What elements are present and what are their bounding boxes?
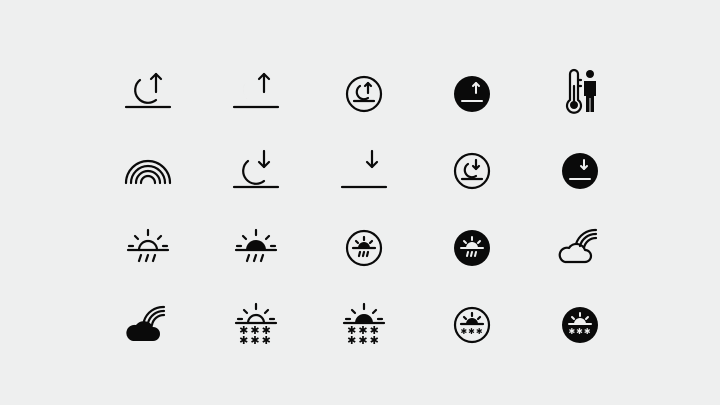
moonrise-fill-icon <box>226 64 286 124</box>
rainbow-icon <box>118 141 178 201</box>
sun-snow-icon: ✱✱✱ ✱✱✱ <box>226 295 286 355</box>
moonset-circle-fill-icon <box>550 141 610 201</box>
sun-horizon-rain-icon <box>118 218 178 278</box>
sun-snow-circle-fill-icon: ✱✱✱ <box>550 295 610 355</box>
moonrise-circle-icon <box>334 64 394 124</box>
moonset-fill-icon <box>334 141 394 201</box>
sun-horizon-rain-circle-icon <box>334 218 394 278</box>
svg-text:✱✱✱: ✱✱✱ <box>568 327 591 336</box>
cloud-rainbow-fill-icon <box>118 295 178 355</box>
svg-text:✱✱✱: ✱✱✱ <box>347 334 381 347</box>
thermometer-person-icon <box>550 64 610 124</box>
svg-text:✱✱✱: ✱✱✱ <box>460 327 483 336</box>
moonrise-icon <box>118 64 178 124</box>
svg-text:✱✱✱: ✱✱✱ <box>239 334 273 347</box>
sun-horizon-rain-circle-fill-icon <box>442 218 502 278</box>
cloud-rainbow-icon <box>550 218 610 278</box>
moonset-icon <box>226 141 286 201</box>
icon-grid: ✱✱✱ ✱✱✱ ✱✱✱ ✱✱✱ ✱✱✱ ✱✱✱ <box>94 55 634 355</box>
sun-horizon-rain-fill-icon <box>226 218 286 278</box>
moonset-circle-icon <box>442 141 502 201</box>
sun-snow-circle-icon: ✱✱✱ <box>442 295 502 355</box>
moonrise-circle-fill-icon <box>442 64 502 124</box>
sun-snow-fill-icon: ✱✱✱ ✱✱✱ <box>334 295 394 355</box>
